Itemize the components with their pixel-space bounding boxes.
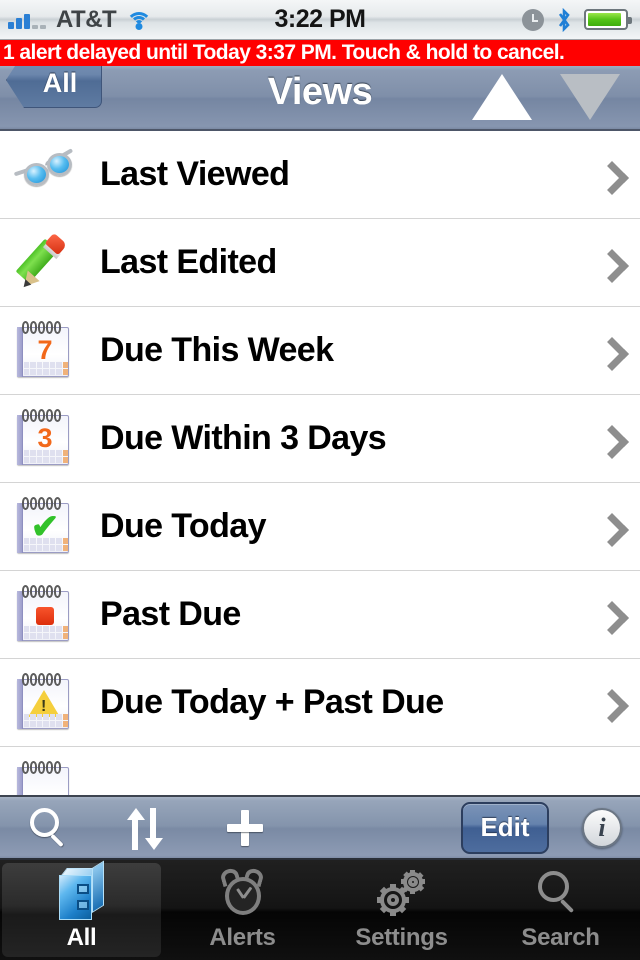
bottom-toolbar: Edit i — [0, 795, 640, 860]
calendar-check-icon: ✔ — [14, 495, 78, 559]
search-icon — [537, 868, 584, 920]
tab-label-search: Search — [521, 924, 600, 951]
tab-label-alerts: Alerts — [209, 924, 276, 951]
list-item-label: Due Today + Past Due — [100, 683, 444, 721]
tab-all[interactable]: All — [2, 860, 161, 957]
alarm-clock-icon — [522, 8, 544, 31]
tab-label-settings: Settings — [355, 924, 448, 951]
list-item-label: Past Due — [100, 595, 241, 633]
edit-button[interactable]: Edit — [461, 801, 549, 854]
alarm-clock-icon — [218, 866, 267, 920]
tab-bar: All Alerts Settings Search — [0, 860, 640, 960]
edit-button-wrapper[interactable]: Edit — [446, 795, 564, 860]
calendar-3-icon: 3 — [14, 407, 78, 471]
calendar-red-square-icon — [14, 583, 78, 647]
search-icon — [30, 807, 70, 848]
chevron-right-icon — [600, 694, 618, 712]
search-button[interactable] — [0, 795, 100, 860]
eyeglasses-icon — [13, 143, 78, 207]
add-button[interactable] — [190, 795, 300, 860]
navigation-bar: All Views — [0, 66, 640, 131]
tab-label-all: All — [66, 924, 97, 951]
pencil-icon — [14, 231, 78, 295]
bluetooth-icon — [556, 7, 572, 32]
list-item-label: Last Viewed — [100, 155, 290, 193]
battery-icon — [584, 9, 632, 30]
iphone-screen: AT&T 3:22 PM 1 alert delayed until Today… — [0, 0, 640, 960]
calendar-7-icon: 7 — [14, 319, 78, 383]
list-item[interactable]: 3 Due Within 3 Days — [0, 395, 640, 483]
box-icon — [58, 860, 105, 920]
views-list[interactable]: Last Viewed Last Edited 7 Due This Week … — [0, 131, 640, 795]
info-button[interactable]: i — [564, 795, 640, 860]
list-item[interactable]: ✔ Due Today — [0, 483, 640, 571]
arrow-down-icon — [560, 74, 620, 120]
carrier-label: AT&T — [56, 5, 117, 33]
chevron-right-icon — [600, 606, 618, 624]
sort-button[interactable] — [100, 795, 190, 860]
list-item[interactable]: Past Due — [0, 571, 640, 659]
list-item-partial[interactable] — [0, 747, 640, 795]
chevron-right-icon — [600, 518, 618, 536]
list-item[interactable]: Last Edited — [0, 219, 640, 307]
alert-banner[interactable]: 1 alert delayed until Today 3:37 PM. Tou… — [0, 40, 640, 66]
list-item-label: Due Today — [100, 507, 266, 545]
chevron-right-icon — [600, 254, 618, 272]
list-item-label: Last Edited — [100, 243, 277, 281]
list-item[interactable]: 7 Due This Week — [0, 307, 640, 395]
tab-alerts[interactable]: Alerts — [163, 860, 322, 960]
tab-settings[interactable]: Settings — [322, 860, 481, 960]
chevron-right-icon — [600, 430, 618, 448]
plus-icon — [225, 808, 265, 848]
gears-icon — [376, 868, 428, 920]
arrow-up-icon[interactable] — [472, 74, 532, 120]
calendar-warning-icon — [14, 671, 78, 735]
info-icon: i — [582, 807, 622, 848]
nav-arrow-group — [472, 74, 620, 120]
list-item-label: Due Within 3 Days — [100, 419, 387, 457]
chevron-right-icon — [600, 342, 618, 360]
sort-arrows-icon — [123, 806, 167, 850]
list-item-label: Due This Week — [100, 331, 334, 369]
status-bar: AT&T 3:22 PM — [0, 0, 640, 40]
wifi-icon — [126, 10, 153, 30]
list-item[interactable]: Last Viewed — [0, 131, 640, 219]
chevron-right-icon — [600, 166, 618, 184]
tab-search[interactable]: Search — [481, 860, 640, 960]
status-bar-left: AT&T — [8, 5, 153, 34]
status-bar-right — [522, 7, 632, 32]
list-item[interactable]: Due Today + Past Due — [0, 659, 640, 747]
calendar-icon — [14, 759, 78, 795]
signal-strength-icon — [8, 11, 46, 29]
